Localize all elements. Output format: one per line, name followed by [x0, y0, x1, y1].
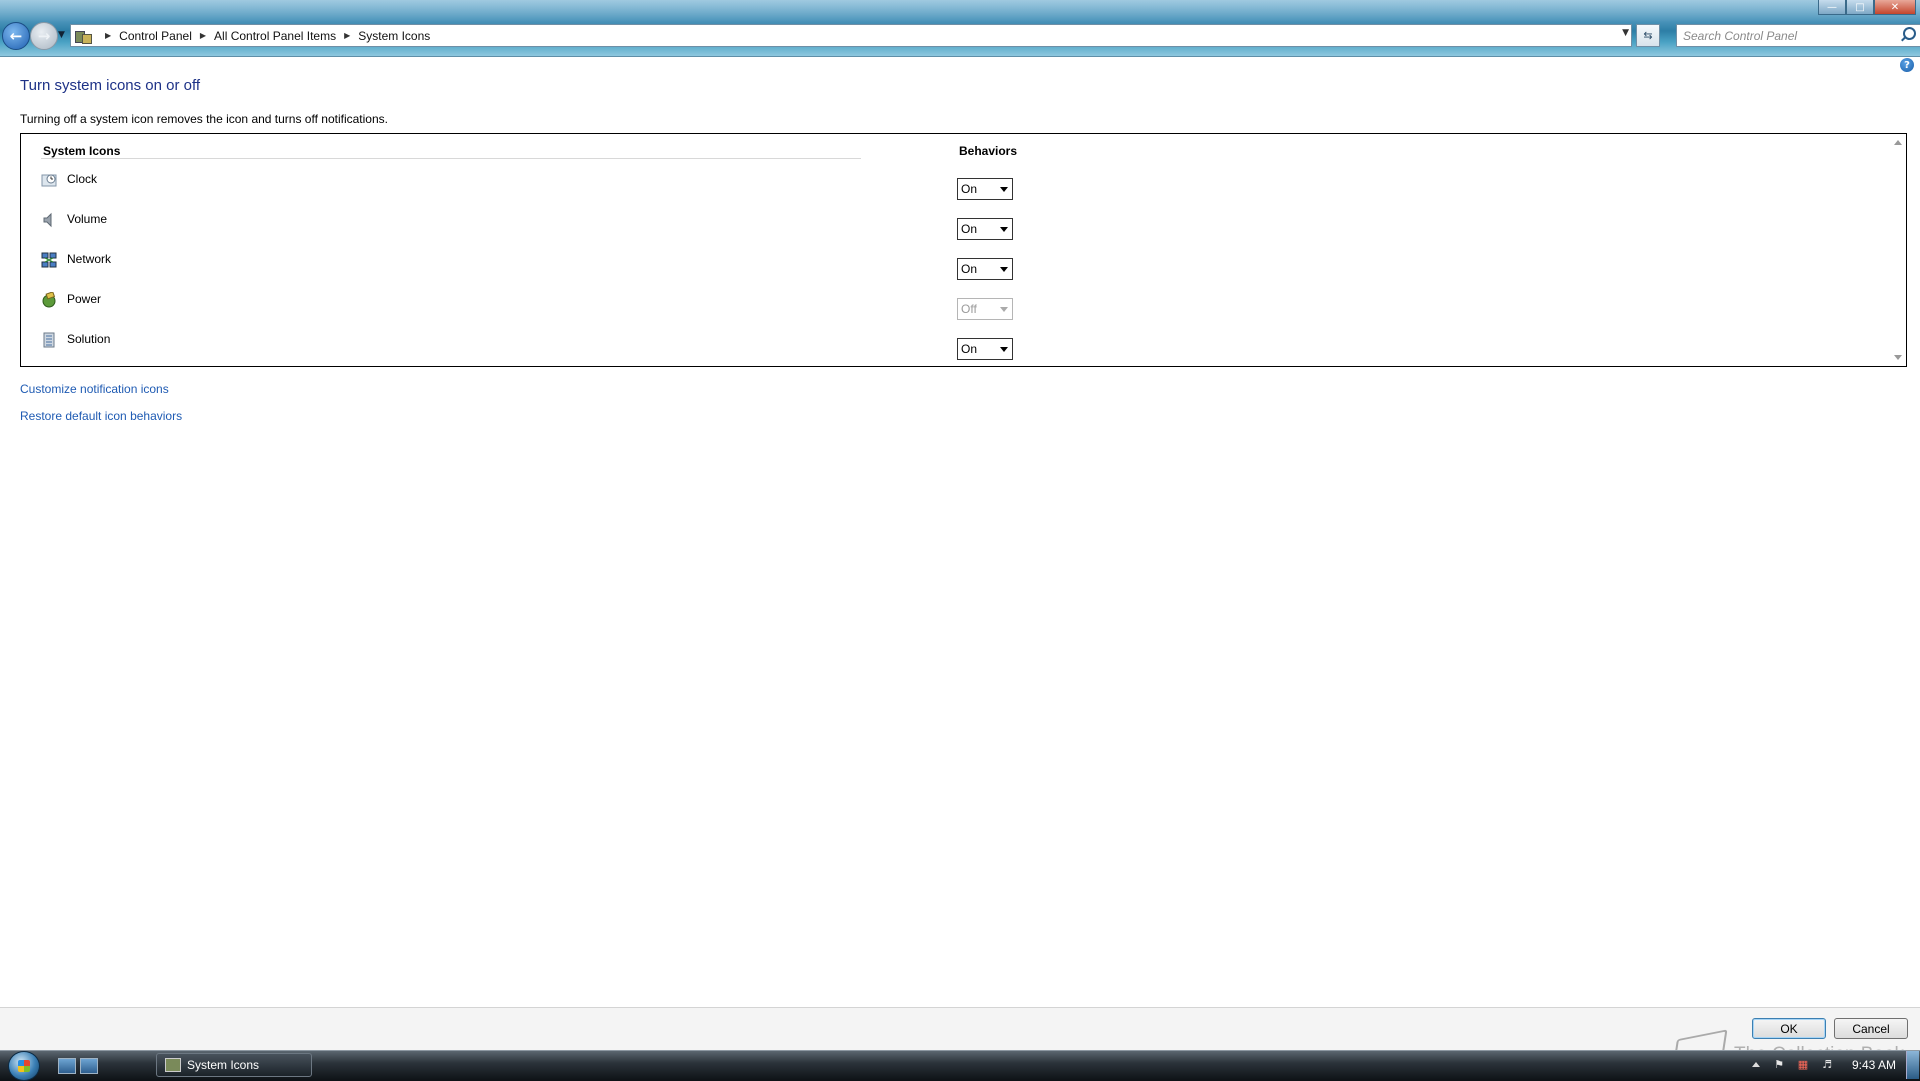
footer-bar	[0, 1008, 1920, 1050]
network-behavior-select[interactable]: On	[957, 258, 1013, 280]
help-icon[interactable]: ?	[1900, 58, 1914, 72]
icon-name: Network	[67, 252, 112, 266]
restore-default-behaviors-link[interactable]: Restore default icon behaviors	[20, 409, 182, 423]
scroll-down-icon[interactable]	[1894, 355, 1902, 360]
maximize-button[interactable]: □	[1846, 0, 1874, 15]
forward-button[interactable]: →	[30, 22, 58, 50]
control-panel-icon	[165, 1058, 181, 1072]
refresh-button[interactable]: ⇆	[1636, 24, 1660, 47]
power-behavior-select: Off	[957, 298, 1013, 320]
clock-icon	[41, 174, 57, 187]
solution-icon	[43, 332, 55, 348]
page-description: Turning off a system icon removes the ic…	[20, 112, 388, 126]
show-desktop-button[interactable]	[1906, 1051, 1919, 1079]
action-center-icon[interactable]: ⚑	[1772, 1058, 1786, 1072]
select-value: On	[961, 342, 978, 356]
breadcrumb-chevron-icon[interactable]: ▶	[200, 31, 206, 40]
breadcrumb-system-icons[interactable]: System Icons	[358, 29, 430, 43]
taskbar-window-button[interactable]: System Icons	[156, 1053, 312, 1077]
switch-windows-icon[interactable]	[80, 1058, 98, 1074]
address-dropdown-icon[interactable]: ▼	[1622, 28, 1629, 38]
cancel-button[interactable]: Cancel	[1834, 1018, 1908, 1039]
breadcrumb-chevron-icon[interactable]: ▶	[105, 31, 111, 40]
chevron-down-icon	[1000, 346, 1008, 352]
chevron-down-icon	[1000, 306, 1008, 312]
window-controls: — □ ✕	[1818, 0, 1916, 15]
system-icons-list: System Icons Behaviors Clock On Volume O…	[20, 133, 1907, 367]
icon-name: Volume	[67, 212, 108, 226]
taskbar-clock[interactable]: 9:43 AM	[1852, 1058, 1896, 1072]
volume-behavior-select[interactable]: On	[957, 218, 1013, 240]
recent-pages-dropdown-icon[interactable]: ▼	[58, 30, 65, 40]
select-value: On	[961, 182, 978, 196]
icon-name: Power	[67, 292, 102, 306]
chevron-down-icon	[1000, 186, 1008, 192]
breadcrumb-control-panel[interactable]: Control Panel	[119, 29, 192, 43]
icon-name: Solution	[67, 332, 111, 346]
scroll-up-icon[interactable]	[1894, 140, 1902, 145]
show-hidden-icons-icon[interactable]	[1752, 1062, 1760, 1067]
minimize-button[interactable]: —	[1818, 0, 1846, 15]
chevron-down-icon	[1000, 226, 1008, 232]
page-title: Turn system icons on or off	[20, 77, 201, 94]
select-value: On	[961, 262, 978, 276]
list-item-volume: Volume On	[21, 208, 1881, 248]
network-icon	[41, 252, 57, 268]
column-header-system-icons: System Icons	[43, 144, 121, 158]
select-value: On	[961, 222, 978, 236]
customize-notification-icons-link[interactable]: Customize notification icons	[20, 382, 169, 396]
power-icon	[42, 292, 56, 308]
solution-behavior-select[interactable]: On	[957, 338, 1013, 360]
volume-tray-icon[interactable]: ♬	[1820, 1058, 1834, 1072]
show-desktop-icon[interactable]	[58, 1058, 76, 1074]
chevron-down-icon	[1000, 266, 1008, 272]
volume-icon	[43, 212, 52, 228]
list-item-clock: Clock On	[21, 168, 1881, 208]
search-input[interactable]	[1677, 25, 1895, 46]
icon-name: Clock	[67, 172, 98, 186]
control-panel-icon	[75, 29, 92, 44]
close-button[interactable]: ✕	[1874, 0, 1916, 15]
clock-behavior-select[interactable]: On	[957, 178, 1013, 200]
breadcrumb-all-items[interactable]: All Control Panel Items	[214, 29, 336, 43]
network-tray-icon[interactable]: ▦	[1796, 1058, 1810, 1072]
address-bar[interactable]: ▶ Control Panel ▶ All Control Panel Item…	[70, 24, 1632, 47]
list-item-power: Power Off	[21, 288, 1881, 328]
ok-button[interactable]: OK	[1752, 1018, 1826, 1039]
back-button[interactable]: ←	[2, 22, 30, 50]
select-value: Off	[961, 302, 977, 316]
list-item-solution: Solution On	[21, 328, 1881, 368]
list-scrollbar[interactable]	[1890, 134, 1906, 366]
list-item-network: Network On	[21, 248, 1881, 288]
search-box[interactable]	[1676, 24, 1920, 47]
search-icon[interactable]	[1903, 27, 1916, 40]
start-button[interactable]	[8, 1051, 40, 1081]
column-header-behaviors: Behaviors	[959, 144, 1018, 158]
header-divider	[41, 158, 861, 159]
taskbar-window-label: System Icons	[187, 1058, 260, 1072]
breadcrumb-chevron-icon[interactable]: ▶	[344, 31, 350, 40]
